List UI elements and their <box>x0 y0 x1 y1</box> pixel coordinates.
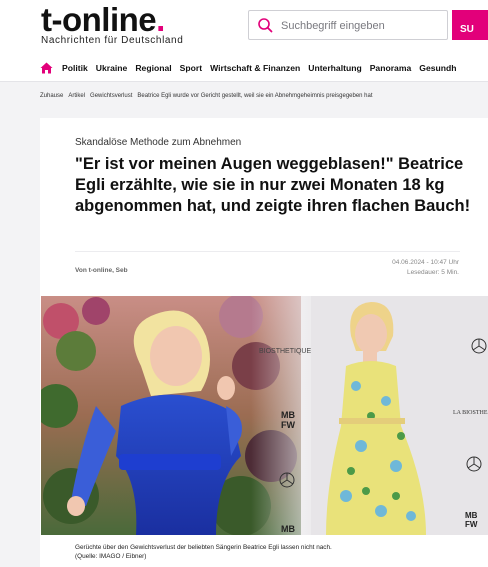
nav-item-ukraine[interactable]: Ukraine <box>96 63 128 73</box>
article-meta: 04.06.2024 - 10:47 Uhr Lesedauer: 5 Min. <box>392 258 459 278</box>
article-author[interactable]: Von t-online, Seb <box>75 267 128 274</box>
search-button[interactable]: SU <box>452 10 488 40</box>
photo-text: BIOSTHETIQUE <box>259 348 311 355</box>
photo-text: MB <box>281 524 295 534</box>
nav-item-unterhaltung[interactable]: Unterhaltung <box>308 63 361 73</box>
main-nav: Politik Ukraine Regional Sport Wirtschaft & … <box>0 56 488 82</box>
page: t-online. Nachrichten für Deutschland SU… <box>0 0 488 567</box>
article-reading-time: Lesedauer: 5 Min. <box>406 269 459 276</box>
hero-photo: BIOSTHETIQUE MB FW LA BIOSTHE MB MB FW <box>41 296 488 535</box>
breadcrumb-item[interactable]: Artikel <box>68 93 85 99</box>
nav-item-politik[interactable]: Politik <box>62 63 88 73</box>
photo-text: LA BIOSTHE <box>453 410 488 416</box>
photo-text: FW <box>281 420 295 430</box>
breadcrumb: Zuhause Artikel Gewichtsverlust Beatrice Eg… <box>40 93 378 99</box>
search-icon <box>258 18 273 33</box>
breadcrumb-item[interactable]: Zuhause <box>40 93 63 99</box>
nav-item-gesundheit[interactable]: Gesundh <box>419 63 456 73</box>
site-header: t-online. Nachrichten für Deutschland SU <box>0 0 488 56</box>
nav-item-regional[interactable]: Regional <box>135 63 171 73</box>
article-headline: "Er ist vor meinen Augen weggeblasen!" B… <box>75 155 471 215</box>
home-icon[interactable] <box>40 62 53 74</box>
breadcrumb-item[interactable]: Gewichtsverlust <box>90 93 132 99</box>
site-logo[interactable]: t-online. <box>41 2 165 38</box>
search-input[interactable] <box>281 17 446 35</box>
photo-text: MB <box>465 511 478 520</box>
nav-item-wirtschaft[interactable]: Wirtschaft & Finanzen <box>210 63 300 73</box>
nav-item-panorama[interactable]: Panorama <box>370 63 412 73</box>
caption-text: Gerüchte über den Gewichtsverlust der be… <box>75 544 332 551</box>
photo-text: FW <box>465 520 478 529</box>
breadcrumb-current: Beatrice Egli wurde vor Gericht gestellt… <box>137 93 373 99</box>
divider <box>75 251 460 252</box>
article-date: 04.06.2024 - 10:47 Uhr <box>392 259 459 266</box>
site-tagline: Nachrichten für Deutschland <box>41 35 184 46</box>
nav-items: Politik Ukraine Regional Sport Wirtschaft & … <box>62 63 465 73</box>
article-hero-image: BIOSTHETIQUE MB FW LA BIOSTHE MB MB FW <box>41 296 488 535</box>
search-box[interactable] <box>248 10 448 40</box>
image-caption: Gerüchte über den Gewichtsverlust der be… <box>75 543 332 561</box>
nav-item-sport[interactable]: Sport <box>180 63 202 73</box>
photo-text: MB <box>281 410 295 420</box>
caption-source: (Quelle: IMAGO / Eibner) <box>75 553 147 560</box>
article-kicker: Skandalöse Methode zum Abnehmen <box>75 137 242 148</box>
